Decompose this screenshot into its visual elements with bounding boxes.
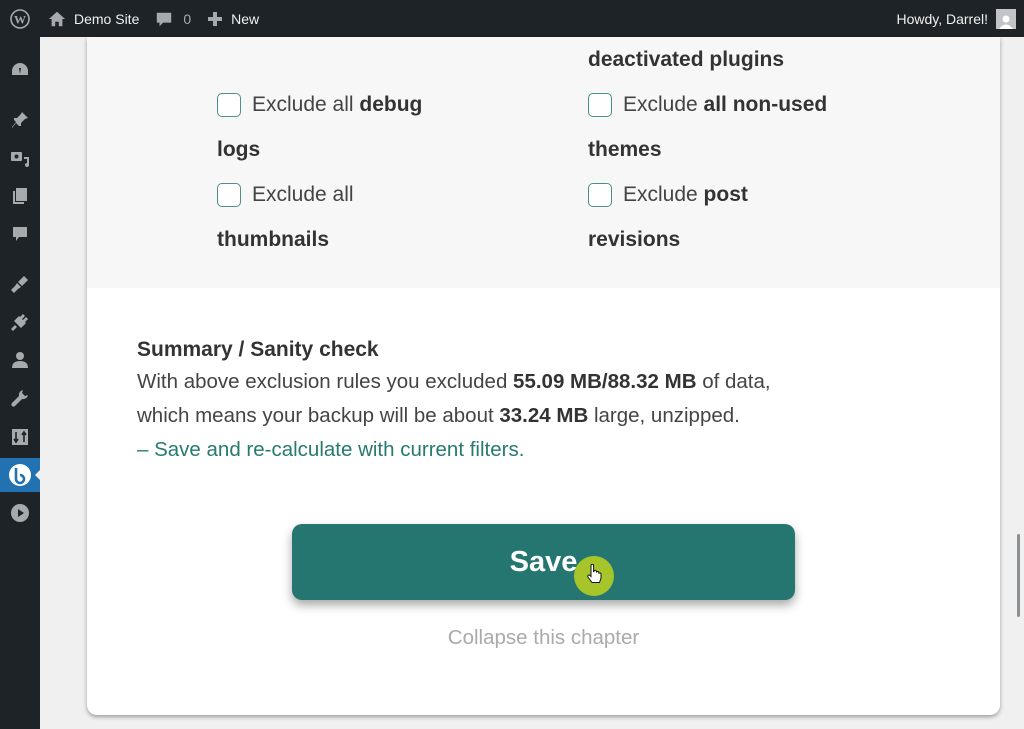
sidebar-item-media[interactable] — [0, 142, 40, 176]
admin-bar: W Demo Site 0 New Howdy, Darrel! — [0, 0, 1024, 37]
sidebar-item-appearance[interactable] — [0, 267, 40, 301]
summary-section: Summary / Sanity check With above exclus… — [137, 335, 957, 467]
comments-count: 0 — [183, 10, 192, 27]
exclude-thumbnails-label[interactable]: Exclude all — [252, 172, 354, 217]
exclude-non-used-themes-label[interactable]: Exclude all non-used — [623, 82, 827, 127]
exclude-debug-logs-checkbox[interactable] — [217, 93, 241, 117]
sidebar-item-posts[interactable] — [0, 103, 40, 137]
sidebar-item-dashboard[interactable] — [0, 53, 40, 87]
comments-icon — [13, 227, 27, 241]
sidebar-item-pages[interactable] — [0, 179, 40, 213]
plus-icon — [208, 11, 223, 26]
backup-plugin-icon — [9, 464, 31, 486]
video-play-icon — [11, 504, 29, 522]
settings-card: deactivated plugins Exclude all debug lo… — [87, 37, 1000, 715]
tools-wrench-icon — [11, 390, 28, 407]
sidebar-item-settings[interactable] — [0, 420, 40, 454]
site-name-link[interactable]: Demo Site — [40, 0, 147, 37]
new-content-button[interactable]: New — [199, 0, 267, 37]
option-continuation-deactivated-plugins: deactivated plugins — [588, 48, 785, 71]
save-label: Save — [509, 545, 578, 578]
sidebar-item-users[interactable] — [0, 343, 40, 377]
exclude-post-revisions-checkbox[interactable] — [588, 183, 612, 207]
account-menu[interactable]: Howdy, Darrel! — [888, 0, 1024, 37]
exclusion-options-panel: deactivated plugins Exclude all debug lo… — [87, 37, 1000, 288]
recalculate-link[interactable]: – Save and re-calculate with current fil… — [137, 433, 957, 467]
sidebar-item-tools[interactable] — [0, 381, 40, 415]
sidebar-item-video[interactable] — [0, 496, 40, 530]
user-silhouette-icon — [999, 15, 1013, 29]
posts-pin-icon — [12, 112, 28, 128]
site-name: Demo Site — [74, 10, 140, 27]
comments-link[interactable]: 0 — [147, 0, 199, 37]
sidebar-item-backup-plugin[interactable] — [0, 458, 40, 492]
settings-sliders-icon — [12, 429, 28, 445]
hand-pointer-cursor-icon — [587, 564, 602, 583]
exclude-debug-logs-label-continuation: logs — [217, 138, 261, 161]
collapse-chapter-link[interactable]: Collapse this chapter — [87, 626, 1000, 650]
exclude-debug-logs-label[interactable]: Exclude all debug — [252, 82, 422, 127]
excluded-size: 55.09 MB/88.32 MB — [513, 370, 697, 393]
comment-bubble-icon — [157, 12, 172, 26]
appearance-brush-icon — [11, 276, 28, 293]
exclude-post-revisions-label[interactable]: Exclude post — [623, 172, 748, 217]
summary-heading: Summary / Sanity check — [137, 338, 379, 361]
wordpress-logo-button[interactable]: W — [0, 0, 40, 37]
exclude-thumbnails-checkbox[interactable] — [217, 183, 241, 207]
svg-text:W: W — [14, 12, 26, 26]
summary-line-backup-size: which means your backup will be about 33… — [137, 404, 740, 427]
page-scrollbar-thumb[interactable] — [1017, 534, 1020, 617]
avatar — [996, 8, 1016, 29]
greeting: Howdy, Darrel! — [896, 10, 988, 27]
wordpress-logo-icon: W — [10, 8, 30, 29]
new-label: New — [231, 10, 260, 27]
users-icon — [12, 352, 28, 368]
exclude-non-used-themes-checkbox[interactable] — [588, 93, 612, 117]
sidebar-item-plugins[interactable] — [0, 305, 40, 339]
summary-line-excluded: With above exclusion rules you excluded … — [137, 370, 771, 393]
exclude-non-used-themes-label-continuation: themes — [588, 138, 662, 161]
exclude-post-revisions-label-continuation: revisions — [588, 228, 681, 251]
pages-icon — [13, 188, 27, 204]
save-button[interactable]: Save — [292, 524, 795, 600]
sidebar-item-comments[interactable] — [0, 217, 40, 251]
media-icon — [11, 152, 29, 167]
plugins-icon — [11, 314, 28, 331]
home-icon — [48, 11, 66, 26]
backup-size: 33.24 MB — [499, 404, 589, 427]
admin-sidebar — [0, 37, 40, 729]
exclude-thumbnails-label-continuation: thumbnails — [217, 228, 330, 251]
dashboard-icon — [12, 63, 28, 75]
